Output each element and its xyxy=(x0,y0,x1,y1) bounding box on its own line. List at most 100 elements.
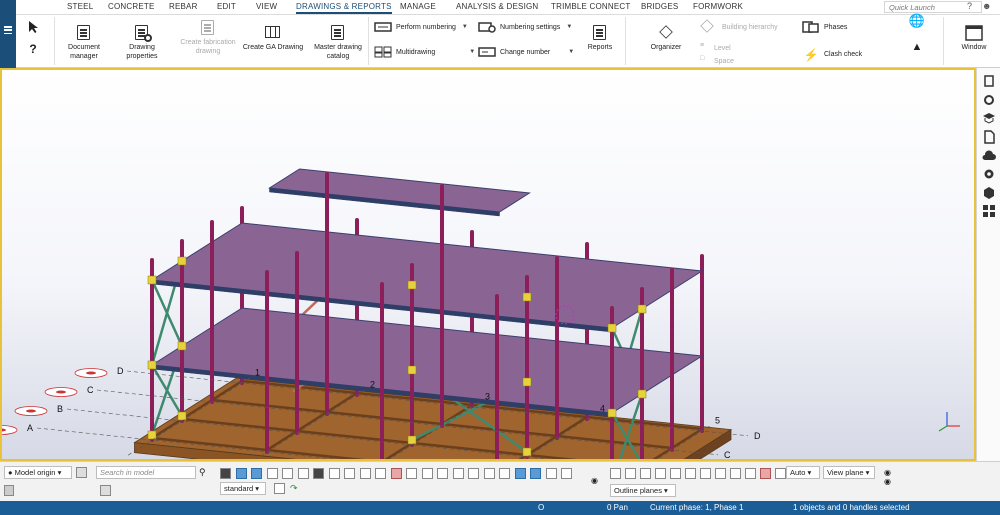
search-icon[interactable]: ⚲ xyxy=(199,467,210,478)
properties-icon[interactable] xyxy=(982,74,996,88)
selection-switch[interactable] xyxy=(468,468,479,479)
clash-check-button[interactable]: ⚡ Clash check xyxy=(802,48,863,62)
menu-drawings-reports[interactable]: DRAWINGS & REPORTS xyxy=(296,2,392,14)
create-ga-drawing-button[interactable]: Create GA Drawing xyxy=(240,25,306,53)
grid-label-b[interactable]: B xyxy=(57,404,63,414)
visibility-icon[interactable]: ◉ xyxy=(884,468,891,477)
selection-switch[interactable] xyxy=(313,468,324,479)
grid-label-5-end[interactable]: 5 xyxy=(715,415,720,425)
chevron-down-icon[interactable]: ▼ xyxy=(566,24,572,30)
grid-label-1-end[interactable]: 1 xyxy=(255,367,260,377)
education-icon[interactable] xyxy=(982,111,996,125)
model-origin-select[interactable]: ● Model origin ▾ xyxy=(4,466,72,479)
outline-planes-select[interactable]: Outline planes ▾ xyxy=(610,484,676,497)
connection-plate[interactable] xyxy=(637,389,647,399)
globe-button[interactable]: 🌐 xyxy=(902,14,932,36)
bracing-member[interactable] xyxy=(150,364,184,417)
selection-switch[interactable] xyxy=(220,468,231,479)
selection-switch[interactable] xyxy=(545,468,557,479)
connection-plate[interactable] xyxy=(147,360,157,370)
space-button[interactable]: □ Space xyxy=(700,55,734,67)
selection-switch[interactable] xyxy=(375,468,386,479)
selection-switch[interactable] xyxy=(561,468,572,479)
selection-switch[interactable] xyxy=(344,468,355,479)
selection-switch[interactable] xyxy=(530,468,541,479)
building-hierarchy-button[interactable]: Building hierarchy xyxy=(700,19,778,33)
chevron-down-icon[interactable]: ▼ xyxy=(462,24,468,30)
reports-button[interactable]: Reports xyxy=(582,25,618,53)
gear-icon[interactable] xyxy=(982,167,996,181)
snap-switch[interactable] xyxy=(730,468,741,479)
connection-plate[interactable] xyxy=(637,304,647,314)
visibility-icon[interactable]: ◉ xyxy=(591,476,598,485)
status-phase[interactable]: Current phase: 1, Phase 1 xyxy=(650,503,743,512)
connection-plate[interactable] xyxy=(147,430,157,440)
selection-switch[interactable] xyxy=(514,468,526,479)
user-icon[interactable]: ☻ xyxy=(982,1,991,11)
selection-filter-select[interactable]: standard ▾ xyxy=(220,482,266,495)
menu-formwork[interactable]: FORMWORK xyxy=(693,2,743,11)
create-fabrication-drawing-button[interactable]: Create fabrication drawing xyxy=(174,20,242,56)
selection-switch[interactable] xyxy=(421,468,433,479)
connection-plate[interactable] xyxy=(607,323,617,333)
snap-switch[interactable] xyxy=(745,468,756,479)
connection-plate[interactable] xyxy=(177,411,187,421)
model-viewport[interactable]: AABBCCDD1122334455 xyxy=(0,68,976,461)
search-options-button[interactable] xyxy=(100,485,111,496)
master-drawing-catalog-button[interactable]: Master drawing catalog xyxy=(312,25,364,61)
snap-switch[interactable] xyxy=(760,468,771,479)
add-origin-button[interactable] xyxy=(76,467,87,478)
menu-view[interactable]: VIEW xyxy=(256,2,277,11)
document-manager-button[interactable]: Document manager xyxy=(60,25,108,61)
survey-button[interactable]: ▲ xyxy=(902,42,932,62)
snap-switch[interactable] xyxy=(655,468,666,479)
selection-switch[interactable] xyxy=(297,468,309,479)
settings-icon[interactable] xyxy=(982,93,996,107)
selection-switch[interactable] xyxy=(328,468,340,479)
connection-plate[interactable] xyxy=(407,280,417,290)
menu-concrete[interactable]: CONCRETE xyxy=(108,2,155,11)
help-icon[interactable]: ? xyxy=(967,1,972,11)
hamburger-menu-icon[interactable] xyxy=(4,26,12,35)
menu-trimble-connect[interactable]: TRIMBLE CONNECT xyxy=(551,2,630,11)
box-icon[interactable] xyxy=(982,186,996,200)
grid-label-1[interactable]: 1 xyxy=(124,458,129,459)
chevron-down-icon[interactable]: ▼ xyxy=(469,49,475,55)
bracing-member[interactable] xyxy=(150,279,184,347)
selection-switch[interactable] xyxy=(452,468,464,479)
selection-switch[interactable] xyxy=(359,468,371,479)
view-plane-select[interactable]: View plane ▾ xyxy=(823,466,875,479)
grid-label-2-end[interactable]: 2 xyxy=(370,379,375,389)
snap-switch[interactable] xyxy=(640,468,651,479)
grid-label-3-end[interactable]: 3 xyxy=(485,391,490,401)
chevron-down-icon[interactable]: ▼ xyxy=(568,49,574,55)
menu-rebar[interactable]: REBAR xyxy=(169,2,198,11)
connection-plate[interactable] xyxy=(407,365,417,375)
grid-label-c[interactable]: C xyxy=(87,385,94,395)
connection-plate[interactable] xyxy=(522,377,532,387)
perform-numbering-button[interactable]: Perform numbering ▼ xyxy=(374,21,468,33)
snap-switch[interactable] xyxy=(610,468,621,479)
multidrawing-button[interactable]: Multidrawing ▼ xyxy=(374,46,475,58)
axis-y[interactable] xyxy=(938,425,948,432)
selection-switch[interactable] xyxy=(390,468,402,479)
select-tool[interactable] xyxy=(22,20,44,38)
level-button[interactable]: ≡ Level xyxy=(700,42,731,54)
window-button[interactable]: Window xyxy=(954,25,994,53)
selection-switch[interactable] xyxy=(266,468,278,479)
grid-bubble-mark[interactable] xyxy=(26,409,36,413)
visibility-icon[interactable]: ◉ xyxy=(884,477,891,486)
change-number-button[interactable]: Change number ▼ xyxy=(478,46,574,58)
connection-plate[interactable] xyxy=(607,408,617,418)
snap-switch[interactable] xyxy=(670,468,681,479)
snap-switch[interactable] xyxy=(715,468,726,479)
3d-model-view[interactable]: AABBCCDD1122334455 xyxy=(2,70,974,459)
snap-switch[interactable] xyxy=(625,468,636,479)
menu-bridges[interactable]: BRIDGES xyxy=(641,2,678,11)
connection-plate[interactable] xyxy=(522,447,532,457)
selection-switch[interactable] xyxy=(483,468,495,479)
menu-analysis-design[interactable]: ANALYSIS & DESIGN xyxy=(456,2,538,11)
selection-switch[interactable] xyxy=(282,468,293,479)
grid-bubble-mark[interactable] xyxy=(86,371,96,375)
connection-plate[interactable] xyxy=(407,435,417,445)
